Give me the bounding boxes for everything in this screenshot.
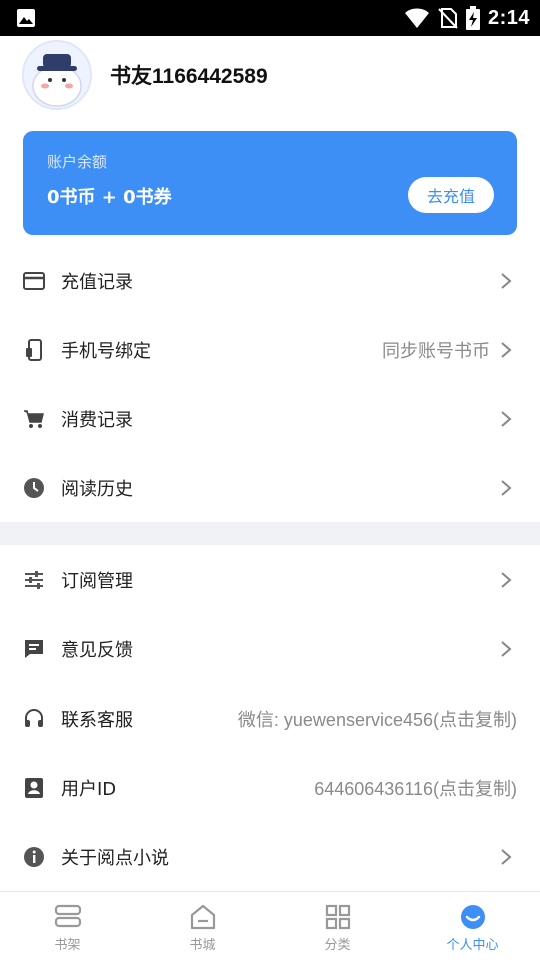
section-divider bbox=[0, 522, 540, 545]
menu-label: 充值记录 bbox=[61, 271, 133, 293]
menu-item-phone-binding[interactable]: 手机号绑定 同步账号书币 bbox=[0, 315, 540, 384]
bookstore-icon bbox=[190, 904, 215, 930]
menu-item-reading-history[interactable]: 阅读历史 bbox=[0, 453, 540, 522]
menu-item-user-id[interactable]: 用户ID 644606436116(点击复制) bbox=[0, 753, 540, 822]
user-id-value[interactable]: 644606436116(点击复制) bbox=[314, 775, 517, 801]
menu-label: 消费记录 bbox=[61, 409, 133, 431]
tab-bookstore[interactable]: 书城 bbox=[135, 892, 270, 960]
menu-label: 意见反馈 bbox=[61, 639, 133, 661]
cart-icon bbox=[23, 408, 45, 430]
sliders-icon bbox=[23, 569, 45, 591]
profile-smile-icon bbox=[460, 905, 485, 929]
tab-label: 书架 bbox=[54, 938, 81, 953]
tab-profile[interactable]: 个人中心 bbox=[405, 892, 540, 960]
tab-category[interactable]: 分类 bbox=[270, 892, 405, 960]
status-bar: 2:14 bbox=[0, 0, 540, 36]
balance-label: 账户余额 bbox=[47, 153, 108, 171]
menu-item-about[interactable]: 关于阅点小说 bbox=[0, 822, 540, 891]
chevron-right-icon bbox=[501, 640, 512, 657]
tab-label: 书城 bbox=[189, 938, 216, 953]
info-icon bbox=[23, 846, 45, 868]
no-sim-icon bbox=[438, 8, 458, 29]
menu-item-feedback[interactable]: 意见反馈 bbox=[0, 614, 540, 683]
card-icon bbox=[23, 270, 45, 292]
menu-value: 同步账号书币 bbox=[382, 340, 490, 361]
feedback-icon bbox=[23, 638, 45, 660]
bottom-tab-bar: 书架 书城 分类 个人中心 bbox=[0, 891, 540, 960]
battery-charging-icon bbox=[465, 6, 480, 30]
menu-label: 联系客服 bbox=[61, 709, 133, 731]
chevron-right-icon bbox=[501, 341, 512, 358]
image-notification-icon bbox=[17, 9, 35, 27]
chevron-right-icon bbox=[501, 410, 512, 427]
headset-icon bbox=[23, 708, 45, 730]
id-card-icon bbox=[23, 777, 45, 799]
status-time: 2:14 bbox=[487, 6, 530, 29]
menu-item-customer-service[interactable]: 联系客服 微信: yuewenservice456(点击复制) bbox=[0, 684, 540, 753]
chevron-right-icon bbox=[501, 571, 512, 588]
tab-label: 个人中心 bbox=[446, 938, 499, 953]
wechat-contact-value[interactable]: 微信: yuewenservice456(点击复制) bbox=[238, 706, 517, 732]
balance-card: 账户余额 0书币 + 0书券 去充值 bbox=[23, 131, 517, 235]
menu-label: 阅读历史 bbox=[61, 478, 133, 500]
menu-label: 订阅管理 bbox=[61, 570, 133, 592]
bookshelf-icon bbox=[54, 904, 81, 928]
menu-item-spending-history[interactable]: 消费记录 bbox=[0, 384, 540, 453]
menu-label: 手机号绑定 bbox=[61, 340, 151, 362]
chevron-right-icon bbox=[501, 848, 512, 865]
username: 书友1166442589 bbox=[110, 65, 268, 88]
menu-label: 关于阅点小说 bbox=[61, 847, 169, 869]
menu-item-recharge-history[interactable]: 充值记录 bbox=[0, 246, 540, 315]
category-grid-icon bbox=[325, 904, 350, 930]
phone-icon bbox=[23, 338, 45, 361]
avatar[interactable] bbox=[22, 40, 92, 110]
menu-label: 用户ID bbox=[61, 778, 117, 800]
chevron-right-icon bbox=[501, 479, 512, 496]
avatar-ghost-icon bbox=[32, 54, 82, 107]
balance-amount: 0书币 + 0书券 bbox=[47, 187, 172, 208]
chevron-right-icon bbox=[501, 272, 512, 289]
tab-label: 分类 bbox=[324, 938, 351, 953]
menu-item-subscription[interactable]: 订阅管理 bbox=[0, 545, 540, 614]
profile-header: 书友1166442589 bbox=[0, 36, 540, 126]
recharge-button[interactable]: 去充值 bbox=[408, 177, 494, 213]
wifi-icon bbox=[404, 8, 429, 28]
clock-icon bbox=[23, 477, 45, 499]
tab-bookshelf[interactable]: 书架 bbox=[0, 892, 135, 960]
